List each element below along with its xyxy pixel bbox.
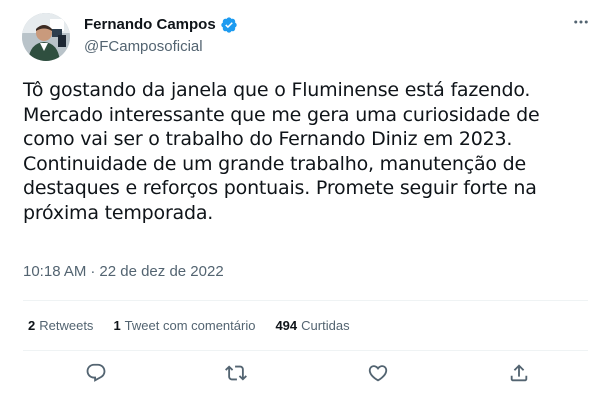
like-button[interactable] [363, 360, 393, 390]
verified-badge-icon [220, 16, 238, 34]
heart-icon [367, 362, 389, 389]
more-options-button[interactable] [569, 12, 593, 36]
retweets-label: Retweets [39, 318, 94, 333]
author-handle[interactable]: @FCamposoficial [84, 38, 203, 56]
author-display-name[interactable]: Fernando Campos [84, 16, 216, 34]
reply-button[interactable] [81, 360, 111, 390]
tweet-stats: 2 Retweets 1 Tweet com comentário 494 Cu… [28, 317, 350, 335]
tweet-actions [23, 360, 588, 390]
divider-bottom [23, 350, 588, 351]
avatar[interactable] [22, 13, 70, 61]
tweet-time[interactable]: 10:18 AM [23, 263, 86, 280]
author-name-row[interactable]: Fernando Campos [84, 16, 238, 34]
likes-stat[interactable]: 494 Curtidas [275, 317, 349, 335]
share-icon [508, 362, 530, 389]
reply-icon [85, 362, 107, 389]
quotes-label: Tweet com comentário [124, 318, 256, 333]
quotes-stat[interactable]: 1 Tweet com comentário [113, 317, 255, 335]
tweet-timestamp[interactable]: 10:18 AM · 22 de dez de 2022 [23, 263, 224, 281]
retweets-stat[interactable]: 2 Retweets [28, 317, 93, 335]
divider-top [23, 300, 588, 301]
meta-separator: · [90, 263, 96, 280]
tweet-text: Tô gostando da janela que o Fluminense e… [23, 79, 540, 224]
tweet-card: Fernando Campos @FCamposoficial Tô gosta… [0, 0, 605, 402]
share-button[interactable] [504, 360, 534, 390]
retweet-button[interactable] [221, 360, 251, 390]
retweets-count: 2 [28, 318, 36, 333]
retweet-icon [225, 362, 247, 389]
tweet-date[interactable]: 22 de dez de 2022 [99, 263, 223, 280]
likes-count: 494 [275, 318, 298, 333]
quotes-count: 1 [113, 318, 121, 333]
more-dots-icon [572, 13, 590, 36]
likes-label: Curtidas [301, 318, 350, 333]
